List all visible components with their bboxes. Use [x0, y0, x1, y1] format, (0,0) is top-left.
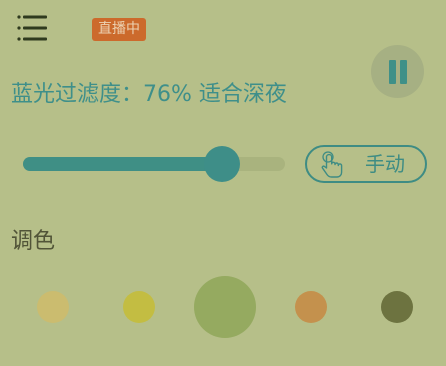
blue-light-filter-readout: 蓝光过滤度：76% 适合深夜 [11, 78, 287, 112]
app-screen: 直播中 蓝光过滤度：76% 适合深夜 手动 调色 [0, 0, 446, 366]
slider-fill [23, 157, 222, 171]
color-swatch-selected[interactable] [194, 276, 256, 338]
pause-icon-left-bar [389, 60, 396, 84]
filter-label: 蓝光过滤度： [11, 82, 144, 107]
manual-mode-button[interactable]: 手动 [305, 145, 427, 183]
hand-pointer-icon [321, 151, 343, 178]
slider-thumb[interactable] [204, 146, 240, 182]
list-menu-icon[interactable] [16, 14, 50, 46]
filter-level-slider[interactable] [23, 146, 285, 182]
filter-value: 76% [143, 82, 192, 107]
color-palette-title: 调色 [11, 229, 56, 254]
pause-icon-right-bar [400, 60, 407, 84]
live-status-badge: 直播中 [92, 18, 146, 41]
manual-mode-label: 手动 [365, 152, 405, 176]
filter-gap [192, 82, 199, 107]
color-swatch[interactable] [123, 291, 155, 323]
pause-button[interactable] [371, 45, 424, 98]
color-swatch[interactable] [37, 291, 69, 323]
color-swatch[interactable] [295, 291, 327, 323]
filter-hint: 适合深夜 [198, 82, 287, 107]
color-swatch[interactable] [381, 291, 413, 323]
